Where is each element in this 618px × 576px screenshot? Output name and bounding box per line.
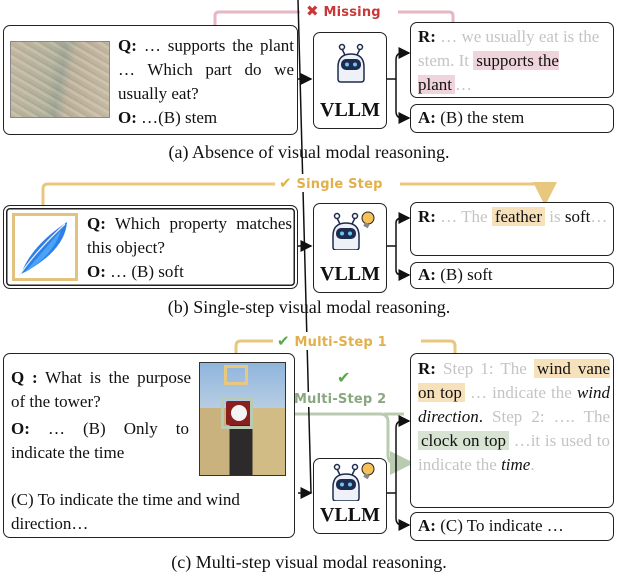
answer-box: A: (B) soft	[410, 262, 614, 289]
reasoning-italic-2: time	[501, 455, 531, 474]
reasoning-highlight-2: clock on top	[418, 431, 509, 450]
robot-icon	[337, 43, 365, 83]
missing-label: ✖ Missing	[302, 2, 385, 20]
reasoning-box: R: Step 1: The wind vane on top … indica…	[410, 353, 614, 508]
reasoning-faded-text-2: … indicate the	[469, 383, 572, 402]
vllm-box: VLLM	[313, 32, 387, 129]
clock-tower-photo	[199, 362, 286, 476]
question-box: Q : What is the purpose of the tower? O:…	[3, 353, 295, 538]
reasoning-prefix: R:	[418, 27, 436, 46]
reasoning-prefix: R:	[418, 207, 436, 226]
answer-box: A: (C) To indicate …	[410, 512, 614, 541]
vllm-label: VLLM	[320, 99, 380, 121]
question-text: Which property matches this object?	[87, 214, 292, 257]
options-prefix: O:	[11, 419, 30, 438]
answer-prefix: A:	[418, 265, 436, 284]
check-icon: ✔	[337, 368, 351, 387]
check-icon: ✔	[277, 332, 290, 350]
reasoning-faded-text-2: is	[549, 207, 561, 226]
options-text: … (B) Only to indicate the time	[11, 419, 190, 462]
question-prefix: Q:	[118, 36, 137, 55]
reasoning-plain-text: soft	[564, 207, 591, 226]
feather-image	[12, 213, 78, 281]
reasoning-period: .	[478, 407, 483, 426]
caption-a: (a) Absence of visual modal reasoning.	[168, 142, 450, 162]
vllm-box: VLLM	[313, 203, 387, 293]
question-text: What is the purpose of the tower?	[11, 368, 191, 411]
options-prefix: O:	[87, 262, 106, 281]
answer-text: (C) To indicate …	[440, 516, 564, 535]
reasoning-faded-text: Step 1: The	[443, 359, 527, 378]
robot-icon	[332, 211, 375, 250]
single-step-label: ✔ Single Step	[275, 174, 387, 192]
options-text-2: (C) To indicate the time and wind direct…	[11, 490, 240, 533]
feather-icon	[18, 222, 67, 277]
vllm-label: VLLM	[320, 263, 380, 285]
lightbulb-icon	[361, 462, 375, 480]
question-box: Q: … supports the plant … Which part do …	[3, 25, 298, 135]
check-icon: ✔	[279, 174, 292, 192]
question-prefix: Q:	[87, 214, 106, 233]
single-step-connector	[41, 182, 275, 205]
question-text: … supports the plant … Which part do we …	[118, 36, 294, 103]
caption-b: (b) Single-step visual modal reasoning.	[167, 297, 451, 317]
robot-icon	[332, 462, 375, 501]
options-prefix: O:	[118, 108, 137, 127]
answer-text: (B) the stem	[440, 108, 525, 127]
reasoning-highlight: feather	[491, 207, 546, 226]
reasoning-ellipsis: …	[590, 207, 608, 226]
options-text: … (B) soft	[110, 262, 184, 281]
answer-prefix: A:	[418, 108, 436, 127]
answer-box: A: (B) the stem	[410, 104, 614, 133]
question-prefix: Q :	[11, 368, 38, 387]
multi-step-2-label: Multi-Step 2	[290, 392, 391, 407]
multi-step-1-label: ✔ Multi-Step 1	[273, 332, 391, 350]
answer-text: (B) soft	[440, 265, 493, 284]
lightbulb-icon	[361, 211, 375, 229]
options-text: …(B) stem	[141, 108, 218, 127]
vllm-label: VLLM	[320, 504, 380, 526]
caption-c: (c) Multi-step visual modal reasoning.	[171, 552, 447, 572]
question-box: Q: Which property matches this object? O…	[3, 205, 298, 289]
reasoning-faded-text-3: Step 2: …. The	[492, 407, 610, 426]
reasoning-ellipsis: …	[455, 75, 472, 94]
reasoning-period-2: .	[530, 455, 535, 474]
reasoning-box: R: … The feather is soft…	[410, 202, 614, 256]
reasoning-box: R: … we usually eat is the stem. It supp…	[410, 22, 614, 98]
bamboo-shoot-photo	[10, 41, 110, 118]
answer-prefix: A:	[418, 516, 436, 535]
cross-icon: ✖	[306, 2, 319, 20]
vllm-box: VLLM	[313, 458, 387, 534]
wind-vane-highlight	[224, 365, 248, 385]
reasoning-faded-text: … The	[440, 207, 488, 226]
reasoning-prefix: R:	[418, 359, 436, 378]
clock-highlight	[221, 397, 253, 429]
